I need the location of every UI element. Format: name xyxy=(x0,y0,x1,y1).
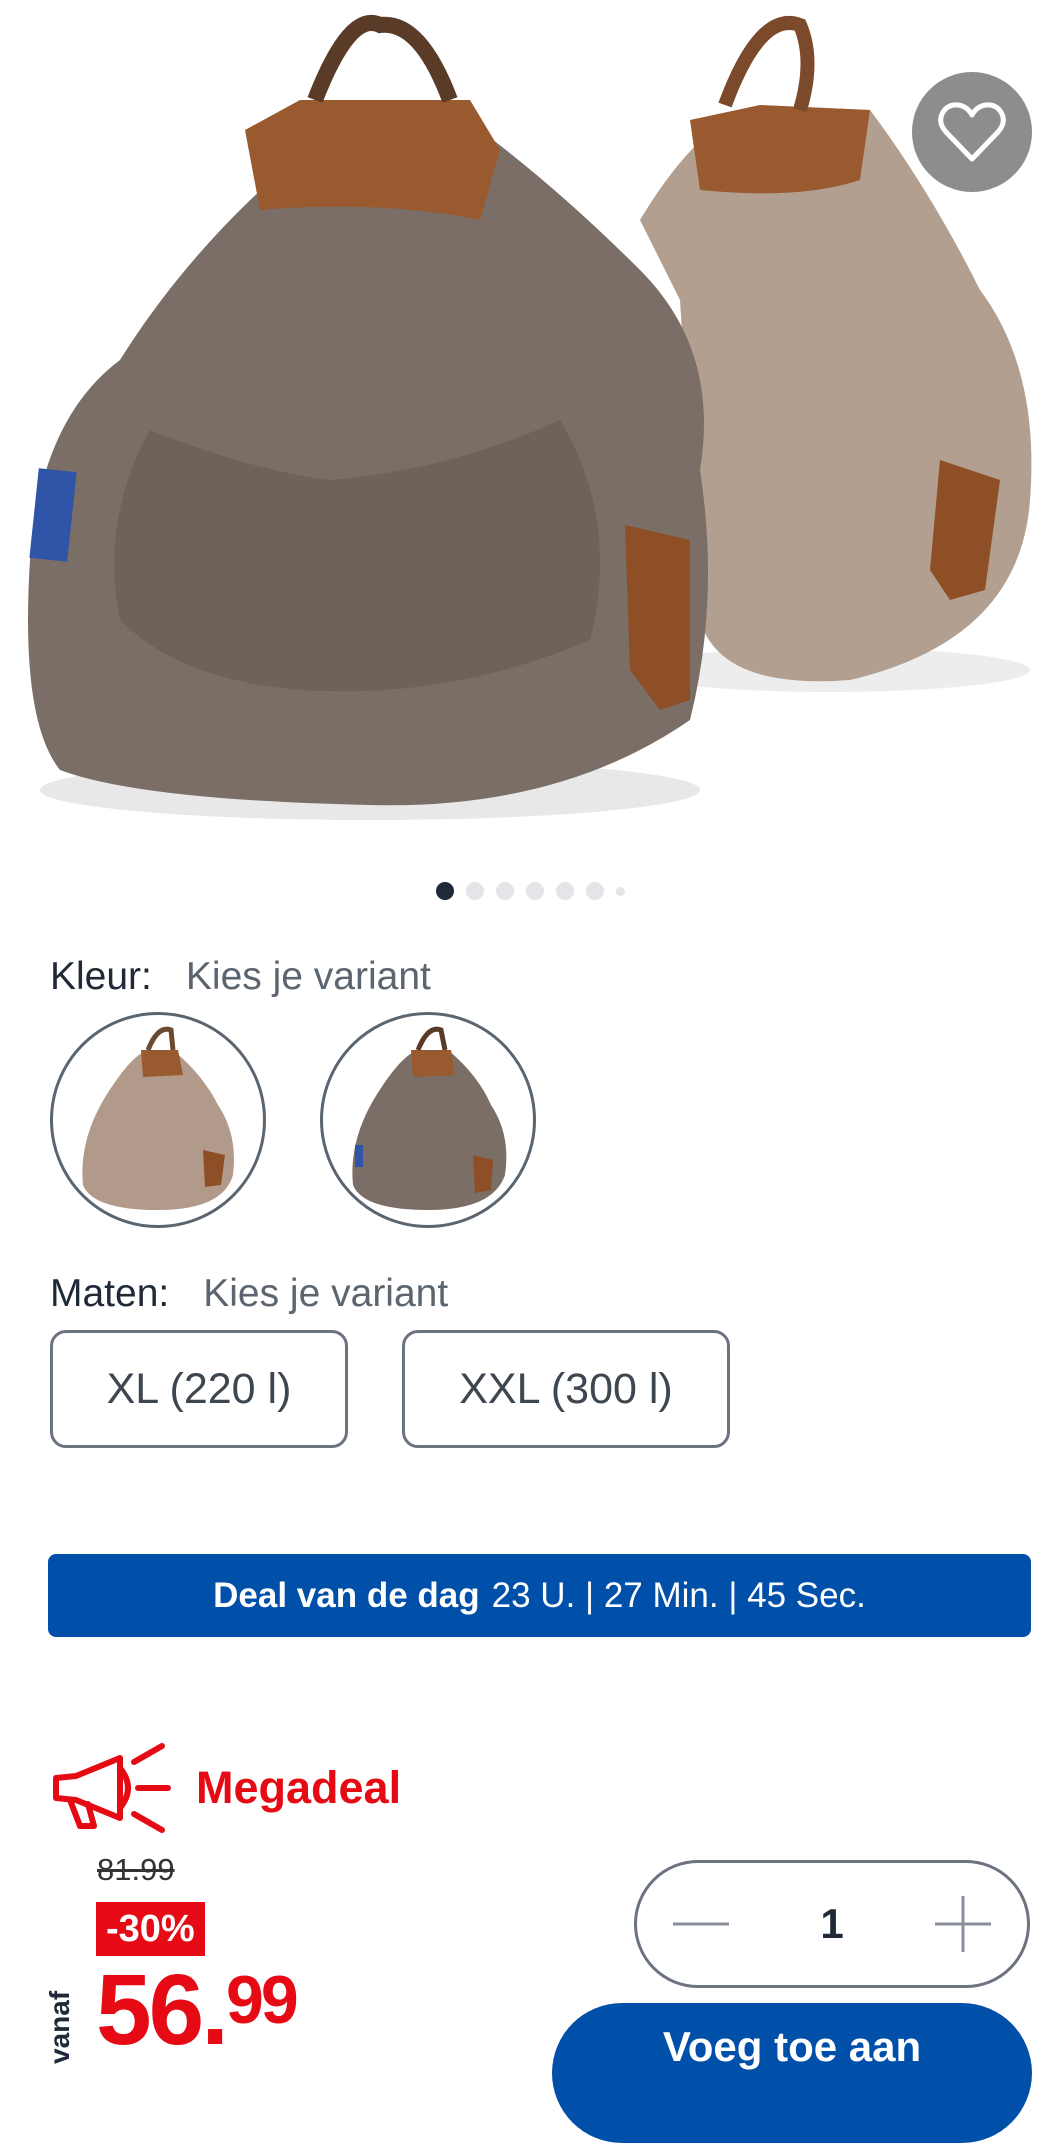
add-to-cart-button[interactable]: Voeg toe aan xyxy=(552,2003,1032,2143)
discount-badge: -30% xyxy=(96,1902,205,1956)
beanbag-thumbnail xyxy=(352,1026,507,1210)
size-label: Maten: xyxy=(50,1272,170,1315)
plus-icon xyxy=(934,1896,991,1952)
heart-outline-icon xyxy=(938,102,1006,162)
deal-of-the-day-banner: Deal van de dag 23 U. | 27 Min. | 45 Sec… xyxy=(48,1554,1031,1637)
old-price: 81.99 xyxy=(97,1852,175,1887)
deal-countdown: 23 U. | 27 Min. | 45 Sec. xyxy=(491,1575,866,1615)
carousel-dot[interactable] xyxy=(525,882,544,900)
carousel-dot[interactable] xyxy=(615,886,625,896)
promo-label: Megadeal xyxy=(50,1740,401,1836)
color-label: Kleur: xyxy=(50,955,152,998)
carousel-dots xyxy=(0,882,1060,900)
quantity-stepper[interactable]: 1 xyxy=(634,1860,1030,1988)
color-swatch-beige[interactable] xyxy=(50,1012,266,1228)
beanbag-thumbnail xyxy=(82,1026,234,1210)
carousel-dot[interactable] xyxy=(555,882,574,900)
megadeal-label: Megadeal xyxy=(196,1762,402,1813)
add-to-cart-label: Voeg toe aan xyxy=(662,2023,922,2070)
price-cents: 99 xyxy=(226,1962,299,2038)
price-prefix: vanaf xyxy=(44,1990,75,2064)
size-option-xxl[interactable]: XXL (300 l) xyxy=(402,1330,730,1448)
color-label-row: Kleur: Kies je variant xyxy=(50,955,431,999)
decrease-button[interactable] xyxy=(671,1894,731,1954)
megaphone-icon xyxy=(53,1743,171,1833)
size-label-row: Maten: Kies je variant xyxy=(50,1272,448,1316)
color-swatch-taupe[interactable] xyxy=(320,1012,536,1228)
price-main: 56. xyxy=(96,1954,229,2066)
carousel-dot[interactable] xyxy=(585,882,604,900)
favorite-button[interactable] xyxy=(912,72,1032,192)
deal-title: Deal van de dag xyxy=(213,1575,480,1615)
product-image[interactable] xyxy=(0,0,1060,850)
size-selection: Kies je variant xyxy=(203,1272,449,1315)
carousel-dot[interactable] xyxy=(435,882,454,900)
color-selection: Kies je variant xyxy=(185,955,431,998)
size-option-xl[interactable]: XL (220 l) xyxy=(50,1330,348,1448)
beanbag-illustration xyxy=(28,15,1032,820)
minus-icon xyxy=(673,1922,729,1926)
current-price: 56.99 xyxy=(96,1960,299,2060)
carousel-dot[interactable] xyxy=(465,882,484,900)
increase-button[interactable] xyxy=(933,1894,993,1954)
carousel-dot[interactable] xyxy=(495,882,514,900)
quantity-value[interactable]: 1 xyxy=(820,1900,843,1948)
